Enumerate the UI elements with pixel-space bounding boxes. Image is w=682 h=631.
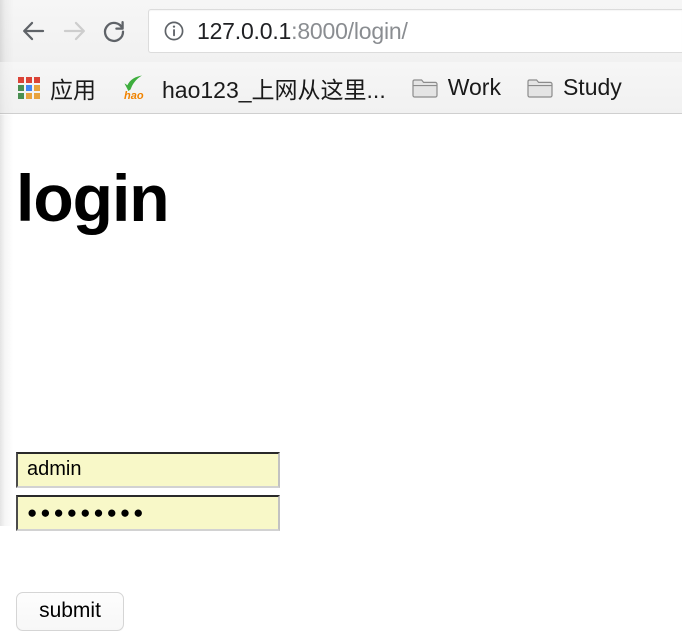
folder-icon bbox=[412, 77, 438, 98]
username-input[interactable] bbox=[16, 451, 280, 488]
bookmark-label: 应用 bbox=[50, 76, 96, 103]
forward-arrow-icon bbox=[59, 16, 89, 46]
bookmark-apps[interactable]: 应用 bbox=[16, 71, 98, 105]
browser-window: 127.0.0.1:8000/login/ 应用 hao hao123_上网从这… bbox=[0, 0, 682, 631]
page-content: login submit bbox=[0, 115, 682, 631]
submit-button[interactable]: submit bbox=[16, 591, 124, 631]
reload-button[interactable] bbox=[94, 11, 134, 51]
bookmark-study[interactable]: Study bbox=[525, 71, 624, 105]
svg-text:hao: hao bbox=[124, 90, 144, 101]
address-bar-url: 127.0.0.1:8000/login/ bbox=[197, 18, 408, 45]
reload-icon bbox=[99, 16, 129, 46]
browser-toolbar: 127.0.0.1:8000/login/ bbox=[0, 0, 682, 62]
url-path: :8000/login/ bbox=[291, 17, 408, 44]
info-circle-icon[interactable] bbox=[163, 20, 185, 42]
url-host: 127.0.0.1 bbox=[197, 17, 292, 44]
address-bar[interactable]: 127.0.0.1:8000/login/ bbox=[148, 9, 682, 53]
back-button[interactable] bbox=[14, 11, 54, 51]
bookmark-label: hao123_上网从这里... bbox=[162, 76, 386, 103]
password-input[interactable] bbox=[16, 494, 280, 531]
page-title: login bbox=[16, 161, 170, 235]
bookmark-work[interactable]: Work bbox=[410, 71, 503, 105]
hao123-icon: hao bbox=[122, 75, 152, 101]
forward-button[interactable] bbox=[54, 11, 94, 51]
back-arrow-icon bbox=[19, 16, 49, 46]
bookmark-label: Work bbox=[447, 74, 501, 100]
bookmark-label: Study bbox=[562, 74, 622, 100]
bookmark-hao123[interactable]: hao hao123_上网从这里... bbox=[120, 71, 388, 105]
apps-grid-icon bbox=[18, 76, 40, 99]
bookmarks-bar: 应用 hao hao123_上网从这里... Work Study bbox=[0, 62, 682, 114]
folder-icon bbox=[527, 77, 553, 98]
login-form: submit bbox=[0, 451, 682, 631]
